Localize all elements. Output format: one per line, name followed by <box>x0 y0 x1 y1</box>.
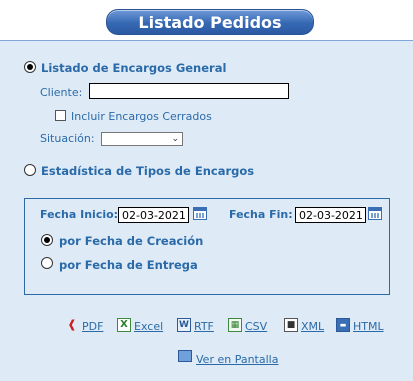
fecha-fin-input[interactable] <box>295 207 366 223</box>
pdf-icon[interactable]: ❰ <box>65 318 79 332</box>
export-xml-link[interactable]: XML <box>301 320 324 333</box>
fecha-entrega-label: por Fecha de Entrega <box>59 258 198 272</box>
cliente-label: Cliente: <box>40 86 83 99</box>
situacion-select[interactable]: ⌄ <box>101 132 183 146</box>
incluir-cerrados-checkbox[interactable] <box>55 110 66 121</box>
monitor-icon[interactable] <box>178 350 192 362</box>
html-icon[interactable]: ▬ <box>336 318 350 332</box>
export-rtf-link[interactable]: RTF <box>194 320 214 333</box>
csv-icon[interactable]: ▦ <box>228 318 242 332</box>
cliente-input[interactable] <box>89 83 289 99</box>
page-title: Listado Pedidos <box>106 9 314 35</box>
export-html-link[interactable]: HTML <box>353 320 384 333</box>
xml-icon[interactable]: ■ <box>284 318 298 332</box>
rtf-icon[interactable]: W <box>177 318 191 332</box>
incluir-cerrados-label: Incluir Encargos Cerrados <box>71 110 212 123</box>
radio-fecha-creacion[interactable] <box>41 234 53 246</box>
calendar-icon[interactable] <box>368 207 382 220</box>
chevron-down-icon: ⌄ <box>171 134 179 144</box>
radio-estadistica[interactable] <box>24 164 36 176</box>
excel-icon[interactable]: X <box>117 318 131 332</box>
calendar-icon[interactable] <box>193 207 207 220</box>
situacion-label: Situación: <box>40 132 95 145</box>
fecha-inicio-label: Fecha Inicio: <box>40 208 119 221</box>
ver-en-pantalla-link[interactable]: Ver en Pantalla <box>196 353 278 366</box>
radio-listado-general[interactable] <box>24 61 36 73</box>
radio-fecha-entrega[interactable] <box>41 257 53 269</box>
fecha-fin-label: Fecha Fin: <box>229 208 293 221</box>
listado-general-label: Listado de Encargos General <box>41 61 227 75</box>
export-excel-link[interactable]: Excel <box>134 320 163 333</box>
fecha-creacion-label: por Fecha de Creación <box>59 234 204 248</box>
estadistica-label: Estadística de Tipos de Encargos <box>41 164 255 178</box>
fecha-inicio-input[interactable] <box>118 207 189 223</box>
export-pdf-link[interactable]: PDF <box>82 320 103 333</box>
export-csv-link[interactable]: CSV <box>245 320 267 333</box>
